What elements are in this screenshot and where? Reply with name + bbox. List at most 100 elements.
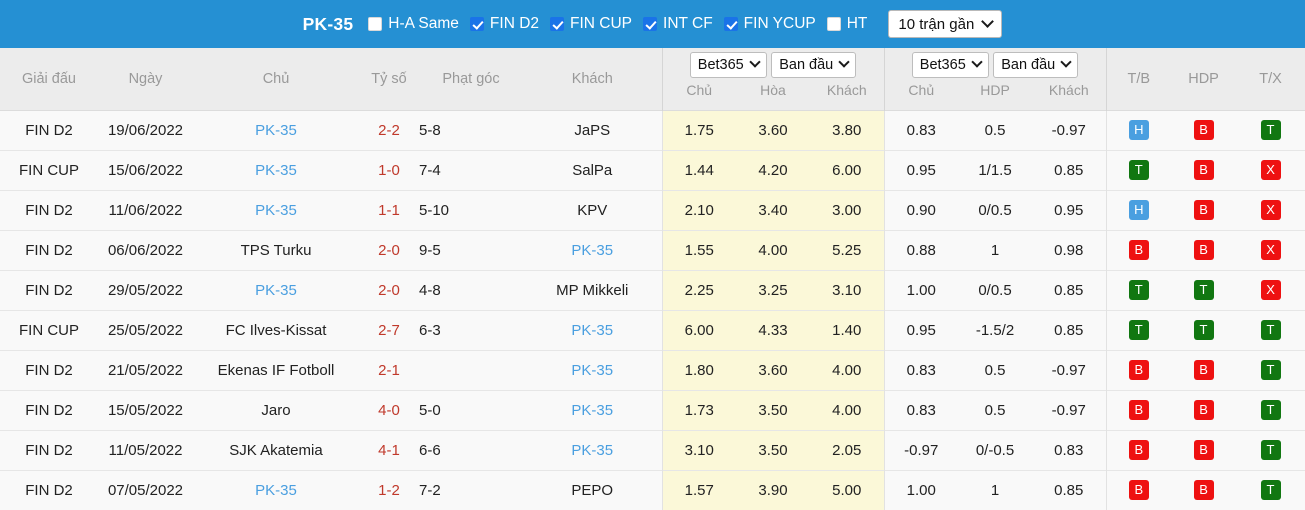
cell-corners: 5-8 xyxy=(419,109,523,150)
cell-ah-hdp: 0.5 xyxy=(958,389,1033,430)
cell-home-team[interactable]: Ekenas IF Fotboll xyxy=(193,349,359,390)
cell-away-team[interactable]: KPV xyxy=(523,189,662,230)
cell-hdp-badge: B xyxy=(1171,229,1237,270)
cell-odds-draw: 3.90 xyxy=(736,469,810,510)
checkbox-checked-icon[interactable] xyxy=(469,17,484,31)
table-row[interactable]: FIN D2 15/05/2022 Jaro 4-0 5-0 PK-35 1.73 3.50 4… xyxy=(0,389,1305,430)
table-row[interactable]: FIN D2 11/06/2022 PK-35 1-1 5-10 KPV 2.10 3.40 3… xyxy=(0,189,1305,230)
cell-odds-home: 1.55 xyxy=(661,229,736,270)
result-badge: T xyxy=(1193,320,1214,340)
result-badge: B xyxy=(1128,240,1149,260)
result-badge: T xyxy=(1128,320,1149,340)
filter-int-cf[interactable]: INT CF xyxy=(643,15,713,33)
cell-away-team[interactable]: PK-35 xyxy=(523,429,662,470)
filter-fin-cup[interactable]: FIN CUP xyxy=(550,15,632,33)
result-badge: X xyxy=(1260,200,1281,220)
cell-odds-away: 3.10 xyxy=(810,269,885,310)
cell-odds-home: 2.10 xyxy=(661,189,736,230)
table-row[interactable]: FIN CUP 25/05/2022 FC Ilves-Kissat 2-7 6-3 PK… xyxy=(0,309,1305,350)
cell-date: 06/06/2022 xyxy=(98,229,193,270)
filter-fin-ycup[interactable]: FIN YCUP xyxy=(723,15,816,33)
sub-header-g1-home: Chủ xyxy=(661,82,736,110)
result-badge: B xyxy=(1128,360,1149,380)
checkbox-unchecked-icon[interactable] xyxy=(368,17,383,31)
col-header-hdp: HDP xyxy=(1171,48,1237,110)
table-row[interactable]: FIN D2 11/05/2022 SJK Akatemia 4-1 6-6 PK-35 3… xyxy=(0,429,1305,470)
col-header-away: Khách xyxy=(523,48,662,110)
result-badge: B xyxy=(1128,480,1149,501)
filter-fin-d2[interactable]: FIN D2 xyxy=(469,15,539,33)
cell-home-team[interactable]: PK-35 xyxy=(193,469,359,510)
cell-odds-away: 5.00 xyxy=(810,469,885,510)
cell-home-team[interactable]: Jaro xyxy=(193,389,359,430)
table-row[interactable]: FIN D2 29/05/2022 PK-35 2-0 4-8 MP Mikkeli 2.2… xyxy=(0,269,1305,310)
cell-ah-away: 0.83 xyxy=(1032,429,1107,470)
sub-header-g1-away: Khách xyxy=(810,82,885,110)
cell-odds-away: 2.05 xyxy=(810,429,885,470)
cell-league: FIN D2 xyxy=(0,349,98,390)
cell-odds-draw: 3.25 xyxy=(736,269,810,310)
cell-odds-draw: 3.60 xyxy=(736,109,810,150)
cell-home-team[interactable]: PK-35 xyxy=(193,149,359,190)
cell-tx-badge: T xyxy=(1236,349,1305,390)
cell-odds-draw: 3.40 xyxy=(736,189,810,230)
cell-ah-hdp: 0.5 xyxy=(958,109,1033,150)
result-badge: T xyxy=(1128,280,1149,300)
checkbox-unchecked-icon[interactable] xyxy=(826,17,841,31)
filter-label: H-A Same xyxy=(388,15,459,32)
cell-home-team[interactable]: PK-35 xyxy=(193,109,359,150)
cell-ah-home: 0.83 xyxy=(883,109,959,150)
cell-home-team[interactable]: TPS Turku xyxy=(193,229,359,270)
cell-ah-hdp: 1/1.5 xyxy=(958,149,1033,190)
bookmaker-select-1[interactable]: Bet365 xyxy=(689,52,767,78)
result-badge: B xyxy=(1128,400,1149,420)
cell-hdp-badge: B xyxy=(1171,149,1237,190)
table-row[interactable]: FIN CUP 15/06/2022 PK-35 1-0 7-4 SalPa 1.44 4.2… xyxy=(0,149,1305,190)
checkbox-checked-icon[interactable] xyxy=(723,17,738,31)
cell-ah-hdp: -1.5/2 xyxy=(958,309,1033,350)
cell-away-team[interactable]: PK-35 xyxy=(523,349,662,390)
cell-league: FIN D2 xyxy=(0,269,98,310)
cell-away-team[interactable]: MP Mikkeli xyxy=(523,269,662,310)
checkbox-checked-icon[interactable] xyxy=(550,17,565,31)
table-row[interactable]: FIN D2 06/06/2022 TPS Turku 2-0 9-5 PK-35 1.55… xyxy=(0,229,1305,270)
checkbox-checked-icon[interactable] xyxy=(643,17,658,31)
table-header: Giải đấu Ngày Chủ Tỷ số Phạt góc Khách B… xyxy=(0,48,1305,110)
cell-away-team[interactable]: SalPa xyxy=(523,149,662,190)
col-header-corners: Phạt góc xyxy=(419,48,523,110)
sub-header-g2-hdp: HDP xyxy=(958,82,1033,110)
chevron-down-icon xyxy=(749,56,761,68)
page-title: PK-35 xyxy=(302,13,354,34)
result-badge: H xyxy=(1128,200,1149,220)
cell-date: 15/05/2022 xyxy=(98,389,193,430)
odds-type-select-2[interactable]: Ban đầu xyxy=(993,52,1079,78)
cell-away-team[interactable]: PK-35 xyxy=(523,389,662,430)
table-row[interactable]: FIN D2 21/05/2022 Ekenas IF Fotboll 2-1 PK-3… xyxy=(0,349,1305,390)
cell-away-team[interactable]: PK-35 xyxy=(523,309,662,350)
cell-corners: 7-4 xyxy=(419,149,523,190)
cell-ah-home: 0.95 xyxy=(883,149,959,190)
result-badge: B xyxy=(1128,440,1149,460)
cell-tb-badge: B xyxy=(1105,349,1172,390)
cell-tb-badge: T xyxy=(1105,309,1172,350)
cell-home-team[interactable]: PK-35 xyxy=(193,189,359,230)
filter-h-a-same[interactable]: H-A Same xyxy=(368,15,459,33)
cell-away-team[interactable]: JaPS xyxy=(523,109,662,150)
cell-home-team[interactable]: FC Ilves-Kissat xyxy=(193,309,359,350)
odds-type-select-1[interactable]: Ban đầu xyxy=(771,52,857,78)
cell-odds-away: 5.25 xyxy=(810,229,885,270)
match-range-select[interactable]: 10 trận gần xyxy=(888,10,1003,38)
header-row-top: Giải đấu Ngày Chủ Tỷ số Phạt góc Khách B… xyxy=(0,48,1305,110)
col-header-date: Ngày xyxy=(98,48,193,110)
table-row[interactable]: FIN D2 07/05/2022 PK-35 1-2 7-2 PEPO 1.57 3.90 5… xyxy=(0,469,1305,510)
cell-date: 11/06/2022 xyxy=(98,189,193,230)
cell-ah-home: 0.88 xyxy=(883,229,959,270)
cell-away-team[interactable]: PK-35 xyxy=(523,229,662,270)
cell-home-team[interactable]: SJK Akatemia xyxy=(193,429,359,470)
cell-home-team[interactable]: PK-35 xyxy=(193,269,359,310)
filter-ht[interactable]: HT xyxy=(826,15,867,33)
cell-ah-home: 1.00 xyxy=(883,469,959,510)
cell-away-team[interactable]: PEPO xyxy=(523,469,662,510)
bookmaker-select-2[interactable]: Bet365 xyxy=(911,52,989,78)
table-row[interactable]: FIN D2 19/06/2022 PK-35 2-2 5-8 JaPS 1.75 3.60 3… xyxy=(0,109,1305,150)
